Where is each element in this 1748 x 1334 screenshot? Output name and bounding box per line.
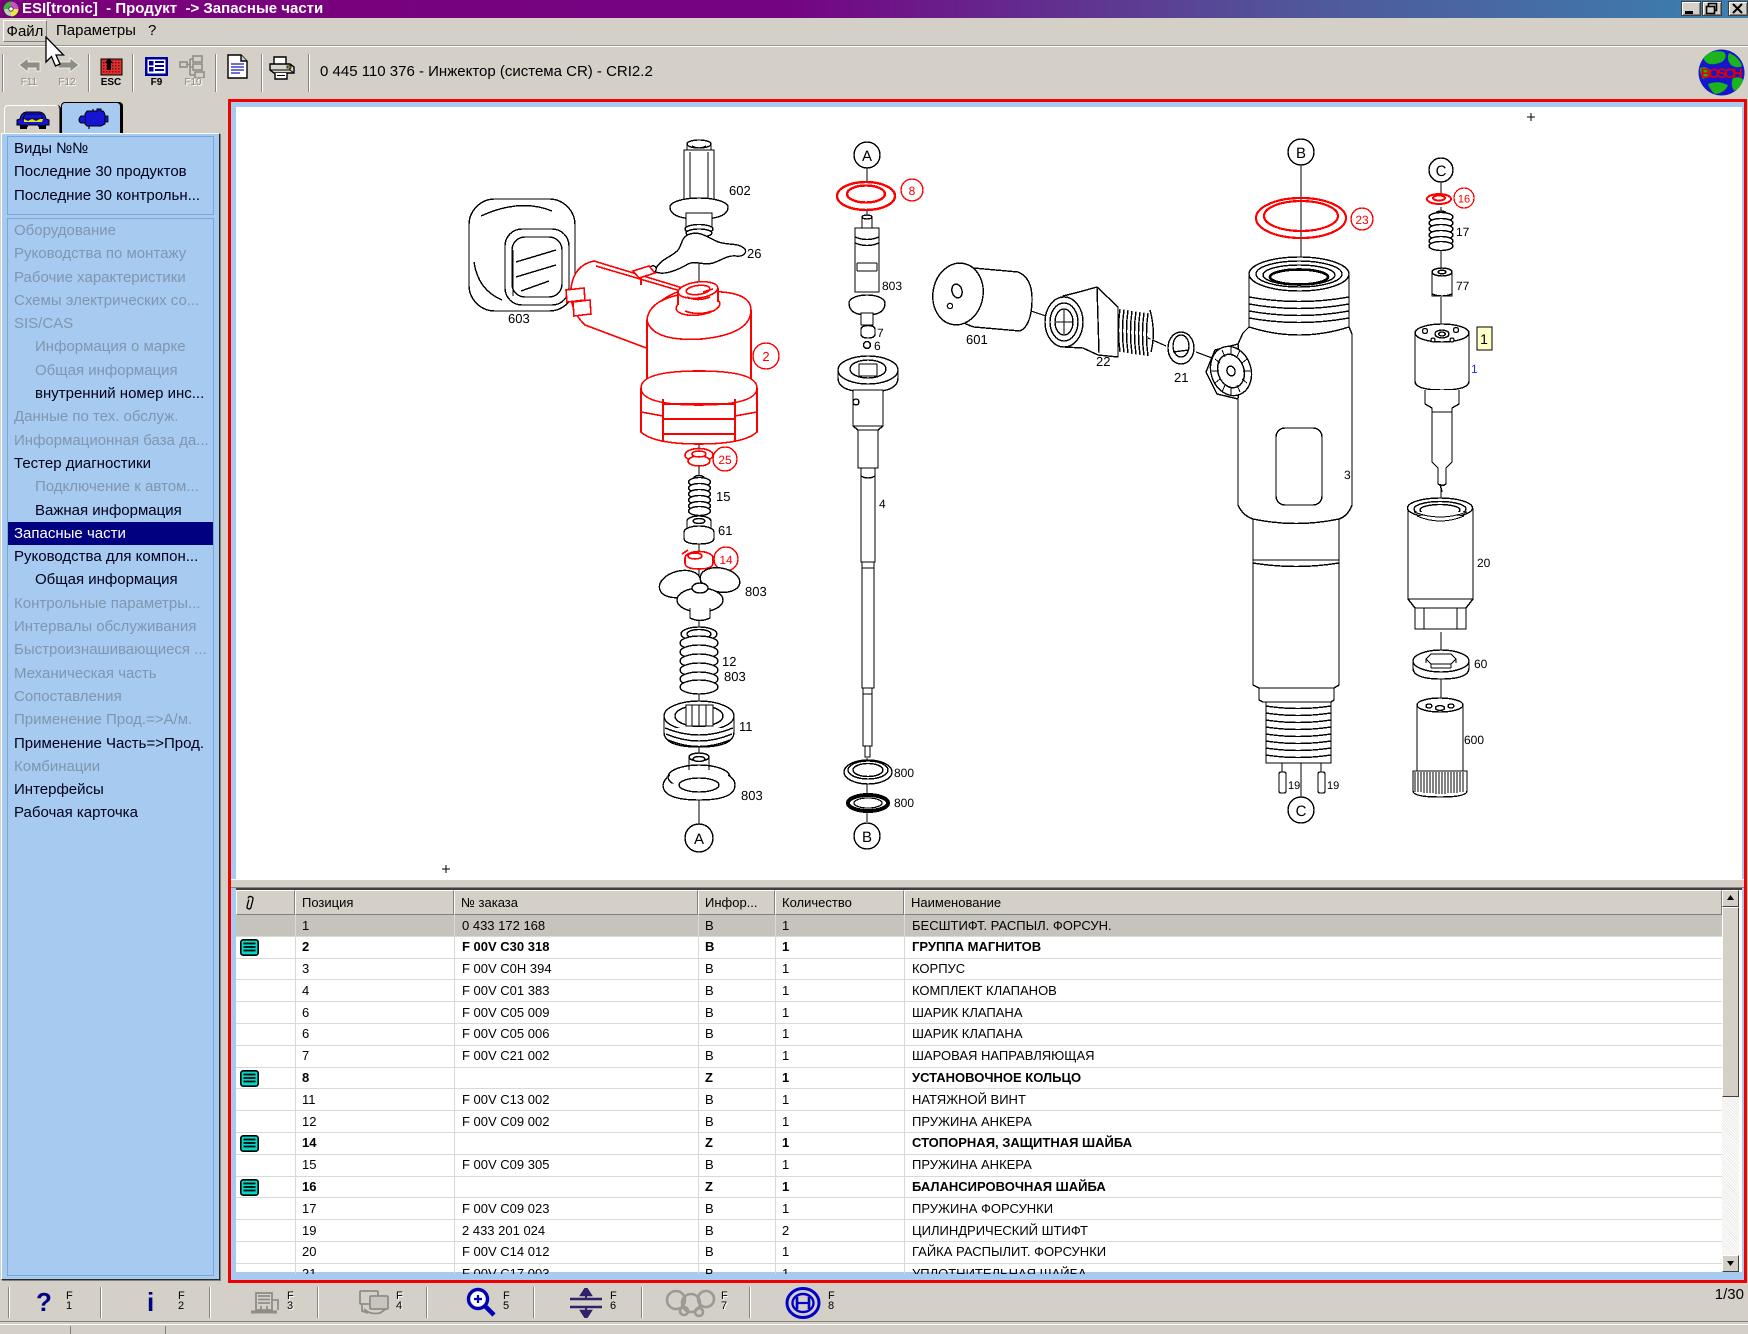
svg-text:803: 803	[745, 584, 767, 599]
svg-text:B: B	[862, 829, 872, 846]
svg-text:60: 60	[1474, 657, 1488, 671]
svg-text:803: 803	[741, 788, 763, 803]
svg-text:602: 602	[729, 183, 751, 198]
svg-text:16: 16	[1458, 194, 1470, 206]
svg-text:20: 20	[1477, 556, 1491, 570]
svg-text:77: 77	[1456, 279, 1470, 293]
svg-text:C: C	[1296, 803, 1307, 820]
svg-text:21: 21	[1174, 370, 1188, 385]
svg-text:26: 26	[747, 246, 761, 261]
svg-text:800: 800	[894, 766, 914, 780]
svg-text:1: 1	[1471, 362, 1478, 376]
svg-text:2: 2	[762, 349, 769, 364]
svg-text:C: C	[1436, 163, 1447, 180]
svg-text:601: 601	[966, 332, 988, 347]
svg-text:600: 600	[1464, 733, 1484, 747]
svg-text:803: 803	[724, 669, 746, 684]
svg-text:803: 803	[882, 279, 902, 293]
svg-text:800: 800	[894, 796, 914, 810]
svg-text:19: 19	[1327, 780, 1339, 792]
svg-text:23: 23	[1355, 213, 1369, 227]
svg-text:15: 15	[716, 489, 730, 504]
svg-text:6: 6	[874, 339, 881, 353]
svg-text:A: A	[694, 831, 704, 848]
svg-text:14: 14	[719, 553, 733, 567]
svg-text:A: A	[862, 148, 872, 165]
svg-text:3: 3	[1344, 468, 1351, 482]
svg-text:11: 11	[739, 719, 753, 734]
svg-text:12: 12	[722, 654, 736, 669]
svg-text:4: 4	[879, 497, 886, 511]
svg-text:7: 7	[877, 326, 884, 340]
svg-text:19: 19	[1288, 780, 1300, 792]
svg-text:25: 25	[718, 453, 732, 467]
svg-text:603: 603	[508, 311, 530, 326]
svg-text:8: 8	[909, 184, 916, 198]
svg-text:22: 22	[1096, 354, 1110, 369]
svg-text:B: B	[1296, 145, 1306, 162]
svg-text:61: 61	[718, 523, 732, 538]
svg-text:BOSCH: BOSCH	[1701, 65, 1743, 81]
svg-text:17: 17	[1456, 225, 1470, 239]
svg-text:1: 1	[1480, 331, 1488, 347]
